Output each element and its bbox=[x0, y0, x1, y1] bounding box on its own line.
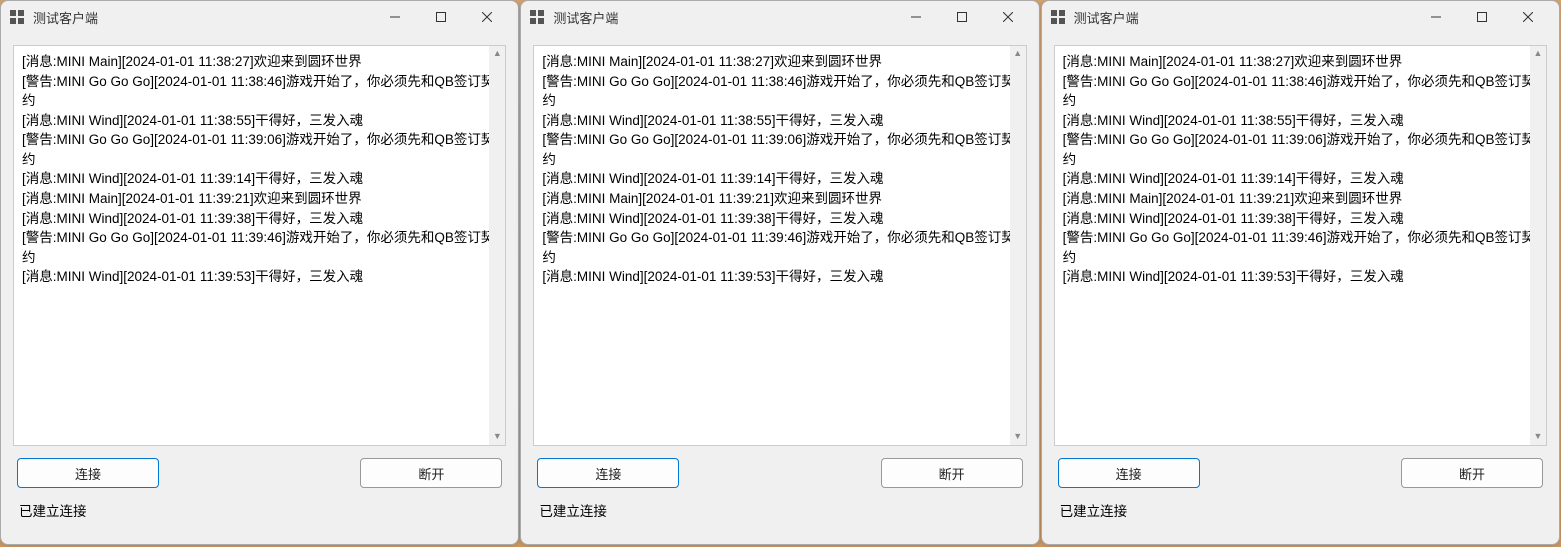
log-line: [警告:MINI Go Go Go][2024-01-01 11:39:06]游… bbox=[542, 130, 1017, 169]
status-label: 已建立连接 bbox=[1054, 494, 1547, 532]
scrollbar[interactable]: ▲ ▼ bbox=[1010, 46, 1026, 445]
app-icon bbox=[529, 9, 545, 25]
client-window: 测试客户端 [消息:MINI Main][2024-01-01 11:38:27… bbox=[520, 0, 1039, 545]
close-button[interactable] bbox=[464, 2, 510, 32]
log-line: [警告:MINI Go Go Go][2024-01-01 11:38:46]游… bbox=[542, 72, 1017, 111]
log-line: [消息:MINI Wind][2024-01-01 11:39:14]干得好，三… bbox=[22, 169, 497, 189]
minimize-button[interactable] bbox=[893, 2, 939, 32]
log-line: [警告:MINI Go Go Go][2024-01-01 11:39:06]游… bbox=[22, 130, 497, 169]
log-line: [警告:MINI Go Go Go][2024-01-01 11:39:46]游… bbox=[542, 228, 1017, 267]
log-line: [消息:MINI Wind][2024-01-01 11:38:55]干得好，三… bbox=[22, 111, 497, 131]
log-line: [消息:MINI Wind][2024-01-01 11:38:55]干得好，三… bbox=[542, 111, 1017, 131]
log-line: [警告:MINI Go Go Go][2024-01-01 11:38:46]游… bbox=[22, 72, 497, 111]
log-line: [消息:MINI Main][2024-01-01 11:38:27]欢迎来到圆… bbox=[542, 52, 1017, 72]
log-line: [消息:MINI Wind][2024-01-01 11:39:53]干得好，三… bbox=[542, 267, 1017, 287]
window-controls bbox=[1413, 2, 1551, 32]
button-row: 连接 断开 bbox=[13, 446, 506, 494]
client-window: 测试客户端 [消息:MINI Main][2024-01-01 11:38:27… bbox=[1041, 0, 1560, 545]
window-title: 测试客户端 bbox=[1074, 8, 1413, 27]
button-row: 连接 断开 bbox=[1054, 446, 1547, 494]
log-textarea[interactable]: [消息:MINI Main][2024-01-01 11:38:27]欢迎来到圆… bbox=[13, 45, 506, 446]
log-line: [警告:MINI Go Go Go][2024-01-01 11:39:46]游… bbox=[1063, 228, 1538, 267]
window-controls bbox=[372, 2, 510, 32]
window-controls bbox=[893, 2, 1031, 32]
app-icon bbox=[1050, 9, 1066, 25]
window-content: [消息:MINI Main][2024-01-01 11:38:27]欢迎来到圆… bbox=[1, 33, 518, 544]
disconnect-button[interactable]: 断开 bbox=[360, 458, 502, 488]
disconnect-button[interactable]: 断开 bbox=[881, 458, 1023, 488]
minimize-button[interactable] bbox=[372, 2, 418, 32]
scrollbar[interactable]: ▲ ▼ bbox=[489, 46, 505, 445]
scroll-up-icon[interactable]: ▲ bbox=[1532, 48, 1544, 60]
titlebar[interactable]: 测试客户端 bbox=[521, 1, 1038, 33]
log-line: [警告:MINI Go Go Go][2024-01-01 11:38:46]游… bbox=[1063, 72, 1538, 111]
log-line: [警告:MINI Go Go Go][2024-01-01 11:39:46]游… bbox=[22, 228, 497, 267]
close-button[interactable] bbox=[985, 2, 1031, 32]
log-line: [消息:MINI Main][2024-01-01 11:39:21]欢迎来到圆… bbox=[1063, 189, 1538, 209]
maximize-button[interactable] bbox=[418, 2, 464, 32]
disconnect-button[interactable]: 断开 bbox=[1401, 458, 1543, 488]
log-line: [消息:MINI Wind][2024-01-01 11:39:53]干得好，三… bbox=[1063, 267, 1538, 287]
log-line: [消息:MINI Main][2024-01-01 11:39:21]欢迎来到圆… bbox=[22, 189, 497, 209]
status-label: 已建立连接 bbox=[533, 494, 1026, 532]
minimize-button[interactable] bbox=[1413, 2, 1459, 32]
scroll-up-icon[interactable]: ▲ bbox=[1012, 48, 1024, 60]
log-line: [消息:MINI Wind][2024-01-01 11:39:14]干得好，三… bbox=[542, 169, 1017, 189]
log-textarea[interactable]: [消息:MINI Main][2024-01-01 11:38:27]欢迎来到圆… bbox=[533, 45, 1026, 446]
client-window: 测试客户端 [消息:MINI Main][2024-01-01 11:38:27… bbox=[0, 0, 519, 545]
window-title: 测试客户端 bbox=[33, 8, 372, 27]
log-textarea[interactable]: [消息:MINI Main][2024-01-01 11:38:27]欢迎来到圆… bbox=[1054, 45, 1547, 446]
log-line: [消息:MINI Main][2024-01-01 11:38:27]欢迎来到圆… bbox=[22, 52, 497, 72]
log-line: [消息:MINI Main][2024-01-01 11:39:21]欢迎来到圆… bbox=[542, 189, 1017, 209]
connect-button[interactable]: 连接 bbox=[17, 458, 159, 488]
log-line: [消息:MINI Wind][2024-01-01 11:39:14]干得好，三… bbox=[1063, 169, 1538, 189]
window-content: [消息:MINI Main][2024-01-01 11:38:27]欢迎来到圆… bbox=[1042, 33, 1559, 544]
scroll-down-icon[interactable]: ▼ bbox=[1012, 431, 1024, 443]
log-line: [消息:MINI Wind][2024-01-01 11:39:38]干得好，三… bbox=[22, 209, 497, 229]
connect-button[interactable]: 连接 bbox=[537, 458, 679, 488]
connect-button[interactable]: 连接 bbox=[1058, 458, 1200, 488]
status-label: 已建立连接 bbox=[13, 494, 506, 532]
titlebar[interactable]: 测试客户端 bbox=[1042, 1, 1559, 33]
scroll-down-icon[interactable]: ▼ bbox=[1532, 431, 1544, 443]
titlebar[interactable]: 测试客户端 bbox=[1, 1, 518, 33]
close-button[interactable] bbox=[1505, 2, 1551, 32]
log-line: [消息:MINI Wind][2024-01-01 11:39:38]干得好，三… bbox=[1063, 209, 1538, 229]
log-line: [消息:MINI Wind][2024-01-01 11:39:53]干得好，三… bbox=[22, 267, 497, 287]
log-line: [警告:MINI Go Go Go][2024-01-01 11:39:06]游… bbox=[1063, 130, 1538, 169]
log-line: [消息:MINI Wind][2024-01-01 11:38:55]干得好，三… bbox=[1063, 111, 1538, 131]
scroll-down-icon[interactable]: ▼ bbox=[491, 431, 503, 443]
log-line: [消息:MINI Wind][2024-01-01 11:39:38]干得好，三… bbox=[542, 209, 1017, 229]
log-line: [消息:MINI Main][2024-01-01 11:38:27]欢迎来到圆… bbox=[1063, 52, 1538, 72]
window-content: [消息:MINI Main][2024-01-01 11:38:27]欢迎来到圆… bbox=[521, 33, 1038, 544]
scroll-up-icon[interactable]: ▲ bbox=[491, 48, 503, 60]
scrollbar[interactable]: ▲ ▼ bbox=[1530, 46, 1546, 445]
app-icon bbox=[9, 9, 25, 25]
maximize-button[interactable] bbox=[939, 2, 985, 32]
window-title: 测试客户端 bbox=[553, 8, 892, 27]
button-row: 连接 断开 bbox=[533, 446, 1026, 494]
maximize-button[interactable] bbox=[1459, 2, 1505, 32]
